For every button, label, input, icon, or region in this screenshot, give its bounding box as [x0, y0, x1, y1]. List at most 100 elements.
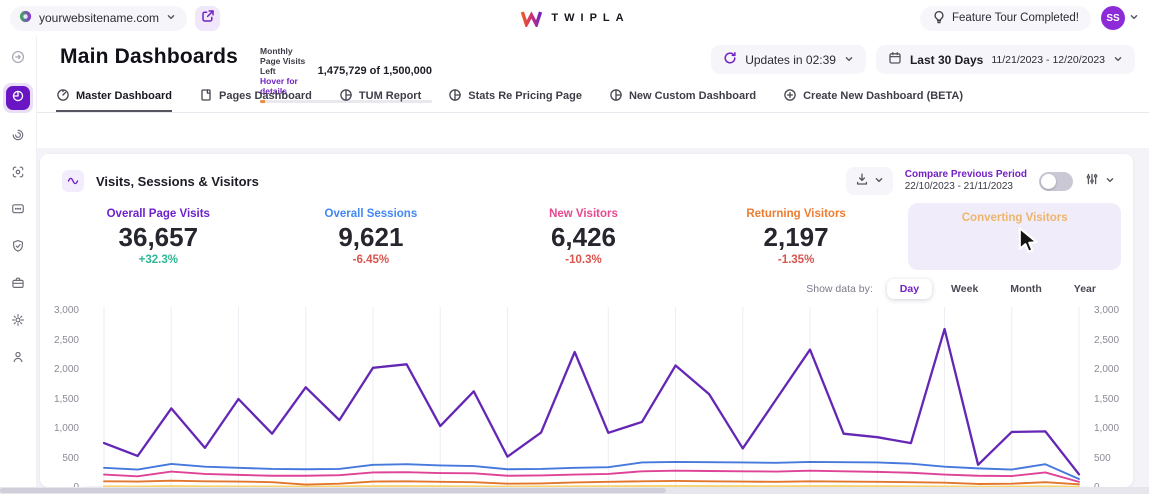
sidebar-item-visitor-recognition[interactable] — [5, 161, 31, 187]
metric-overall-sessions[interactable]: Overall Sessions9,621-6.45% — [265, 203, 478, 266]
sidebar-item-settings[interactable] — [5, 309, 31, 335]
tab-stats-re-pricing-page[interactable]: Stats Re Pricing Page — [448, 82, 582, 112]
y-tick-label: 1,500 — [1094, 394, 1127, 405]
date-range-picker[interactable]: Last 30 Days 11/21/2023 - 12/20/2023 — [876, 45, 1135, 74]
tab-label: Pages Dashboard — [219, 90, 312, 102]
website-selector[interactable]: yourwebsitename.com — [10, 6, 187, 31]
tab-tum-report[interactable]: TUM Report — [339, 82, 421, 112]
y-tick-label: 2,000 — [46, 364, 79, 375]
web-analytics-icon — [11, 128, 25, 147]
tab-create-new-dashboard-beta[interactable]: Create New Dashboard (BETA) — [783, 82, 963, 112]
compare-period-toggle[interactable] — [1039, 172, 1073, 191]
chevron-down-icon — [874, 172, 884, 190]
date-range-label: Last 30 Days — [910, 53, 983, 67]
visitor-recognition-icon — [11, 165, 25, 184]
show-data-by-label: Show data by: — [806, 283, 873, 295]
refresh-icon — [723, 51, 737, 68]
granularity-month[interactable]: Month — [997, 279, 1055, 299]
sidebar-item-communication[interactable] — [5, 198, 31, 224]
metric-delta: -10.3% — [477, 254, 690, 266]
business-icon — [11, 276, 25, 295]
metric-value: 2,197 — [690, 222, 903, 253]
export-button[interactable] — [846, 167, 893, 195]
tum-report-icon — [339, 88, 353, 105]
download-icon — [855, 172, 869, 191]
page-title: Main Dashboards — [60, 45, 238, 69]
tab-new-custom-dashboard[interactable]: New Custom Dashboard — [609, 82, 756, 112]
tab-pages-dashboard[interactable]: Pages Dashboard — [199, 82, 312, 112]
website-name: yourwebsitename.com — [39, 11, 159, 25]
app-root: yourwebsitename.com TWIPLA Feature Tour … — [0, 0, 1149, 494]
tab-label: TUM Report — [359, 90, 421, 102]
main-area: Main Dashboards Monthly Page Visits Left… — [36, 36, 1149, 494]
date-range-dates: 11/21/2023 - 12/20/2023 — [991, 54, 1105, 66]
mouse-cursor-icon — [1015, 227, 1041, 262]
compare-period-label: Compare Previous Period — [905, 169, 1027, 181]
chevron-down-icon — [166, 11, 176, 25]
metric-value: 36,657 — [52, 222, 265, 253]
metric-returning-visitors[interactable]: Returning Visitors2,197-1.35% — [690, 203, 903, 266]
communication-icon — [11, 202, 25, 221]
chart-svg — [86, 305, 1087, 487]
dashboard-tabs: Master Dashboard Pages Dashboard TUM Repor… — [36, 82, 1149, 113]
y-tick-label: 2,500 — [1094, 335, 1127, 346]
card-title: Visits, Sessions & Visitors — [96, 174, 259, 189]
feature-tour-label: Feature Tour Completed! — [952, 12, 1079, 24]
updates-dropdown[interactable]: Updates in 02:39 — [711, 45, 866, 74]
metric-converting-visitors[interactable]: Converting Visitors — [908, 203, 1121, 270]
y-tick-label: 500 — [46, 453, 79, 464]
account-menu[interactable]: SS — [1101, 6, 1139, 30]
left-sidebar — [0, 36, 37, 487]
quota-value: 1,475,729 of 1,500,000 — [318, 65, 432, 77]
chart-settings-button[interactable] — [1085, 172, 1115, 191]
account-icon — [11, 350, 25, 369]
sliders-icon — [1085, 172, 1099, 191]
metric-value: 9,621 — [265, 222, 478, 253]
toggle-knob — [1041, 174, 1056, 189]
granularity-row: Show data by: Day Week Month Year — [40, 270, 1133, 299]
tab-label: Master Dashboard — [76, 90, 172, 102]
granularity-year[interactable]: Year — [1061, 279, 1109, 299]
widget-select-checkbox[interactable] — [62, 170, 84, 192]
metric-value: 6,426 — [477, 222, 690, 253]
horizontal-scrollbar[interactable] — [0, 487, 1149, 494]
sidebar-item-collapse[interactable] — [5, 46, 31, 72]
create-dashboard-icon — [783, 88, 797, 105]
sidebar-item-account[interactable] — [5, 346, 31, 372]
granularity-week[interactable]: Week — [938, 279, 991, 299]
scrollbar-thumb[interactable] — [0, 488, 666, 493]
metric-overall-page-visits[interactable]: Overall Page Visits 36,657+32.3% — [52, 203, 265, 266]
compare-period-dates: 22/10/2023 - 21/11/2023 — [905, 181, 1027, 193]
sidebar-item-web-analytics[interactable] — [5, 124, 31, 150]
feature-tour-badge[interactable]: Feature Tour Completed! — [920, 6, 1091, 31]
tab-master-dashboard[interactable]: Master Dashboard — [56, 82, 172, 112]
pages-dashboard-icon — [199, 88, 213, 105]
series-returning-visitors — [104, 481, 1079, 485]
quota-label: Monthly Page Visits Left — [260, 46, 310, 76]
metric-label: Returning Visitors — [690, 208, 903, 220]
dashboards-icon — [11, 89, 25, 108]
master-dashboard-icon — [56, 88, 70, 105]
metric-new-visitors[interactable]: New Visitors6,426-10.3% — [477, 203, 690, 266]
y-tick-label: 3,000 — [1094, 305, 1127, 316]
y-tick-label: 500 — [1094, 453, 1127, 464]
y-tick-label: 1,000 — [46, 423, 79, 434]
chart-area: 3,0002,5002,0001,5001,0005000 3,0002,500… — [40, 299, 1133, 487]
series-overall-page-visits — [104, 329, 1079, 474]
metric-label: Overall Page Visits — [52, 208, 265, 220]
metric-delta: +32.3% — [52, 254, 265, 266]
stats-pricing-icon — [448, 88, 462, 105]
y-axis-right: 3,0002,5002,0001,5001,0005000 — [1087, 305, 1127, 487]
line-chart[interactable] — [86, 305, 1087, 487]
y-tick-label: 3,000 — [46, 305, 79, 316]
sidebar-item-business[interactable] — [5, 272, 31, 298]
granularity-day[interactable]: Day — [887, 279, 932, 299]
tab-label: Stats Re Pricing Page — [468, 90, 582, 102]
granularity-options: Day Week Month Year — [887, 279, 1109, 299]
sidebar-item-privacy[interactable] — [5, 235, 31, 261]
series-overall-sessions — [104, 462, 1079, 479]
active-item-background — [6, 86, 30, 110]
sidebar-item-dashboards[interactable] — [3, 83, 33, 113]
open-website-button[interactable] — [195, 6, 220, 31]
avatar: SS — [1101, 6, 1125, 30]
